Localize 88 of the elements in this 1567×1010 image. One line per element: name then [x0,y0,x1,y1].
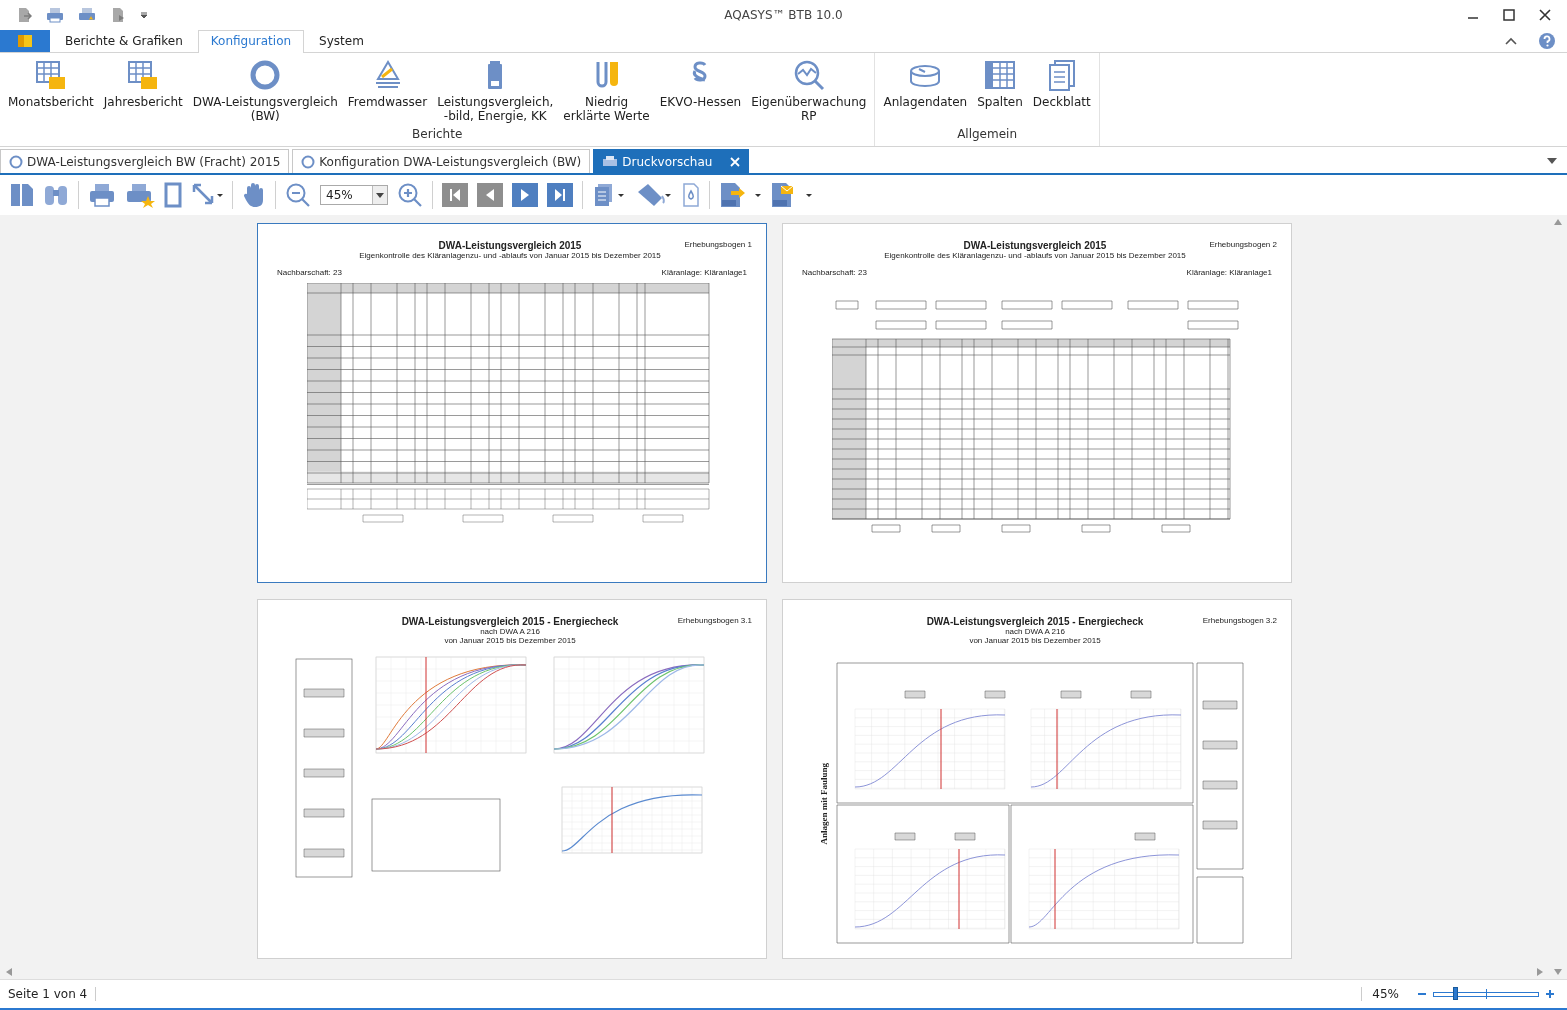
pdf-export-icon[interactable] [719,182,761,208]
page-title: DWA-Leistungsvergleich 2015 - Energiecheck [926,616,1144,627]
ribbon-tab[interactable]: Konfiguration [197,30,305,53]
ribbon-button[interactable]: Anlagendaten [879,57,972,127]
sheet-label: Erhebungsbogen 3.1 [676,616,753,625]
scroll-left-icon[interactable] [6,968,12,976]
page-title: DWA-Leistungsvergleich 2015 - Energiecheck [401,616,619,627]
close-icon[interactable] [1539,9,1551,21]
chart-magnifier-icon [792,59,825,91]
scroll-up-icon[interactable] [1554,219,1562,225]
document-page[interactable]: DWA-Leistungsvergleich 2015 - Energiecheck nach DWA A 216 von Januar 2015 bis Dezember 2015 Erhebungsbogen 3.1 [257,599,767,959]
page-indicator: Seite 1 von 4 [8,987,97,1001]
page-title: DWA-Leistungsvergleich 2015 [963,240,1107,251]
window-title: AQASYS™ BTB 10.0 [724,8,843,22]
dropdown-caret-icon [376,192,384,198]
document-tab[interactable]: Druckvorschau [593,149,750,173]
page-period: von Januar 2015 bis Dezember 2015 [444,636,576,645]
export-icon[interactable] [16,7,32,23]
document-page[interactable]: DWA-Leistungsvergleich 2015 Eigenkontrolle des Kläranlagenzu- und -ablaufs von Januar 2015 bis Dezember 2015 Erhebungsbogen 2 Nachbarschaft: 23 Kläranlage: Kläranlage1 [782,223,1292,583]
ribbon-group-label: Allgemein [956,127,1018,143]
ring-icon [301,154,316,169]
last-page-button[interactable] [547,183,573,207]
ribbon-button[interactable]: Deckblatt [1028,57,1095,127]
pdf-mail-icon[interactable] [770,182,812,208]
neighborhood-label: Nachbarschaft: 23 [277,268,342,277]
calendar-icon [127,59,160,91]
ribbon-button[interactable]: DWA-Leistungsvergleich (BW) [188,57,342,127]
application-menu-button[interactable] [0,30,50,52]
app-logo-icon [18,35,32,47]
export-icon[interactable] [110,7,126,23]
print-icon[interactable] [46,7,64,23]
zoom-out-icon[interactable] [285,182,311,208]
ribbon-tab[interactable]: Berichte & Grafiken [52,30,196,52]
customize-caret-icon[interactable] [140,11,148,19]
ribbon-button[interactable]: Niedrig erklärte Werte [559,57,654,127]
ribbon-button[interactable]: EKVO-Hessen [655,57,746,127]
ribbon-tab[interactable]: System [306,30,377,52]
ribbon-button[interactable]: Fremdwasser [343,57,432,127]
tab-list-caret-icon[interactable] [1547,158,1557,164]
print-icon[interactable] [125,182,155,208]
maximize-icon[interactable] [1503,9,1515,21]
page-subtitle: nach DWA A 216 [480,627,540,636]
scroll-down-icon[interactable] [1554,969,1562,975]
ribbon-button[interactable]: Spalten [973,57,1027,127]
ribbon-button[interactable]: Monatsbericht [4,57,98,127]
print-preview-icon [602,154,619,169]
ring-icon [9,154,23,169]
multiple-pages-icon[interactable] [592,182,626,208]
skip-forward-icon [553,188,567,202]
ring-icon [249,59,282,91]
skip-back-icon [448,188,462,202]
sheet-label: Erhebungsbogen 3.2 [1201,616,1278,625]
page-period: von Januar 2015 bis Dezember 2015 [969,636,1101,645]
ribbon-group-label: Berichte [411,127,464,143]
pages-icon[interactable] [10,182,34,208]
help-icon[interactable] [1539,33,1555,49]
page-title: DWA-Leistungsvergleich 2015 [438,240,582,251]
ribbon-button[interactable]: Jahresbericht [99,57,187,127]
page-subtitle: nach DWA A 216 [1005,627,1065,636]
page-subtitle: Eigenkontrolle des Kläranlagenzu- und -ablaufs von Januar 2015 bis Dezember 2015 [359,251,661,260]
page-subtitle: Eigenkontrolle des Kläranlagenzu- und -ablaufs von Januar 2015 bis Dezember 2015 [884,251,1186,260]
zoom-percentage: 45% [1361,987,1411,1001]
print-icon[interactable] [78,7,96,23]
plant-label: Kläranlage: Kläranlage1 [661,268,747,277]
collapse-ribbon-icon[interactable] [1505,37,1517,45]
side-label: Anlagen mit Faulung [819,763,829,845]
columns-icon [984,59,1016,91]
calendar-icon [34,59,67,91]
document-tab[interactable]: DWA-Leistungsvergleich BW (Fracht) 2015 [0,149,290,173]
sheet-label: Erhebungsbogen 1 [683,240,753,249]
zoom-slider-thumb[interactable] [1452,986,1458,1000]
plant-label: Kläranlage: Kläranlage1 [1186,268,1272,277]
sheet-label: Erhebungsbogen 2 [1208,240,1278,249]
document-page[interactable]: DWA-Leistungsvergleich 2015 Eigenkontrolle des Kläranlagenzu- und -ablaufs von Januar 2015 bis Dezember 2015 Erhebungsbogen 1 Nachbarschaft: 23 Kläranlage: Kläranlage1 [257,223,767,583]
next-page-button[interactable] [512,183,538,207]
document-page[interactable]: DWA-Leistungsvergleich 2015 - Energiecheck nach DWA A 216 von Januar 2015 bis Dezember 2015 Erhebungsbogen 3.2 Anlagen mit Faulung [782,599,1292,959]
document-tab[interactable]: Konfiguration DWA-Leistungsvergleich (BW) [292,149,591,173]
hand-icon[interactable] [242,182,266,208]
watermark-icon[interactable] [682,182,700,208]
scroll-right-icon[interactable] [1537,968,1543,976]
page-icon[interactable] [164,182,182,208]
ribbon-button[interactable]: Leistungsvergleich, -bild, Energie, KK [433,57,558,127]
print-icon[interactable] [88,182,116,208]
zoom-in-icon[interactable] [397,182,423,208]
zoom-combo-box[interactable]: 45% [320,185,388,205]
ribbon-button[interactable]: Eigenüberwachung RP [747,57,871,127]
zoom-in-icon[interactable] [1545,989,1555,999]
neighborhood-label: Nachbarschaft: 23 [802,268,867,277]
